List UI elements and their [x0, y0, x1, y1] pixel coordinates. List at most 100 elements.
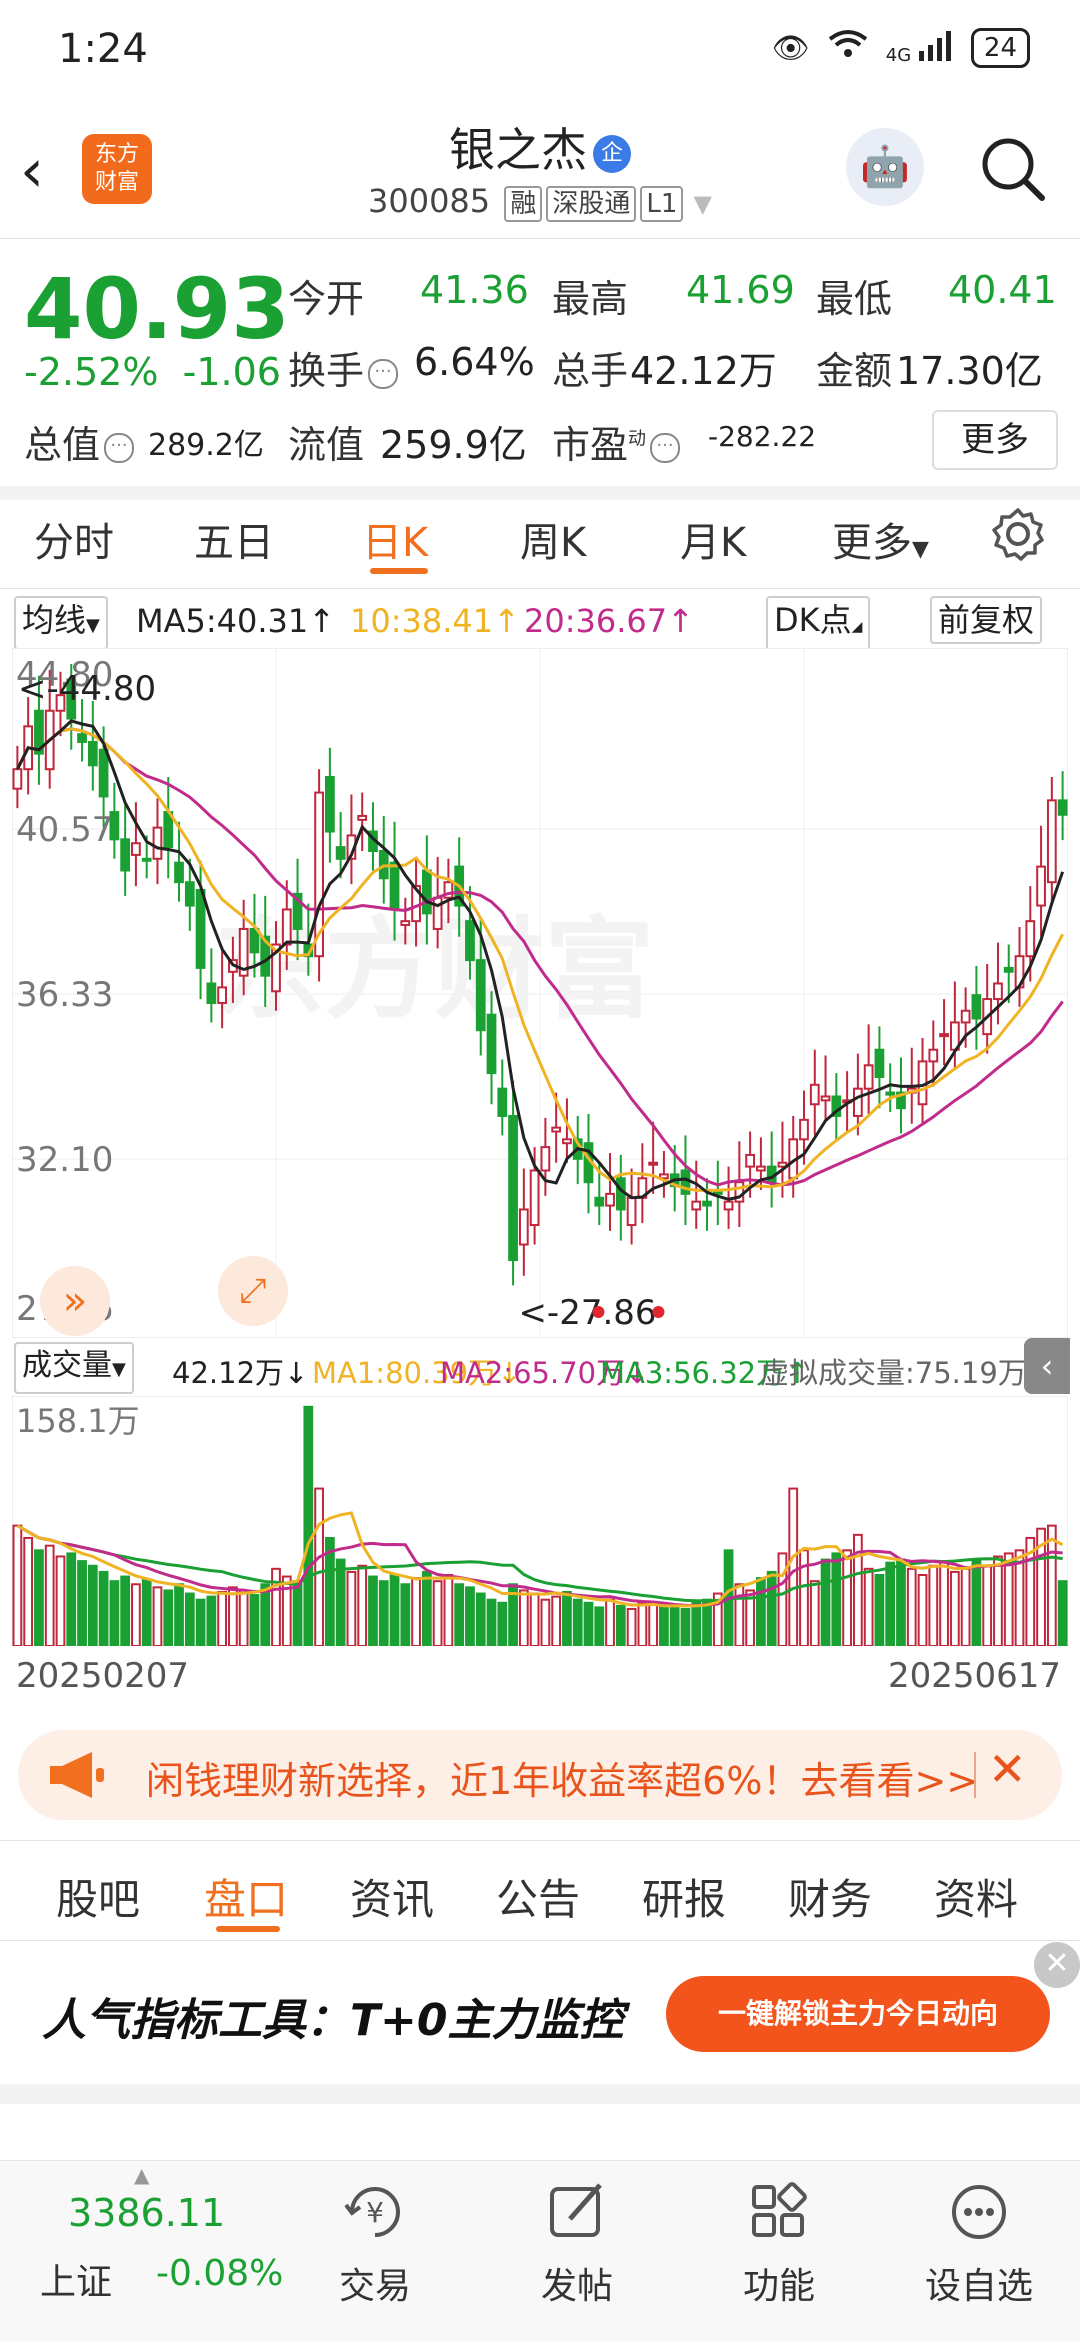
- nav-add-watchlist[interactable]: 设自选: [904, 2177, 1054, 2309]
- candle-body: [152, 826, 163, 860]
- volume-bar: [691, 1601, 702, 1646]
- status-icons: 👁 4G 24: [772, 28, 1030, 68]
- event-dot: [592, 1306, 605, 1318]
- tab-forum[interactable]: 股吧: [56, 1866, 140, 1927]
- close-icon: ✕: [988, 1742, 1027, 1796]
- volume-bar: [1057, 1580, 1068, 1646]
- turnover-label[interactable]: 换手 ···: [288, 340, 402, 395]
- fullscreen-icon: ⤢: [239, 1271, 267, 1311]
- assistant-avatar[interactable]: 🤖: [846, 128, 924, 206]
- candle-body: [120, 838, 131, 872]
- candle-body: [281, 908, 292, 946]
- volume-bar: [788, 1487, 799, 1646]
- volume-chart[interactable]: 158.1万: [12, 1396, 1068, 1646]
- volume-bar: [1046, 1524, 1057, 1646]
- volume-bar: [518, 1589, 529, 1646]
- ma-legend-row: 均线▼ MA5:40.31↑ 10:38.41↑ 20:36.67↑ DK点◢ …: [0, 592, 1080, 651]
- nav-post[interactable]: 发帖: [502, 2177, 652, 2309]
- banner-close-button[interactable]: ✕: [988, 1742, 1027, 1796]
- volume-bar: [163, 1589, 174, 1646]
- volume-bar: [346, 1570, 357, 1646]
- tab-news[interactable]: 资讯: [350, 1866, 434, 1927]
- volume-value: 42.12万: [630, 349, 777, 393]
- nav-functions[interactable]: 功能: [704, 2177, 854, 2309]
- volume-selector[interactable]: 成交量▼: [14, 1342, 134, 1394]
- candle-body: [852, 1087, 863, 1117]
- candle-body: [648, 1161, 659, 1166]
- more-quote-button[interactable]: 更多: [932, 410, 1058, 470]
- candle-body: [605, 1192, 615, 1207]
- candle-body: [400, 920, 411, 927]
- tab-profile[interactable]: 资料: [934, 1866, 1018, 1927]
- tab-daily-k[interactable]: 日K: [362, 510, 428, 568]
- tab-weekly-k[interactable]: 周K: [520, 510, 586, 568]
- candle-body: [594, 1196, 605, 1207]
- candle-body: [195, 888, 206, 969]
- tab-research[interactable]: 研报: [642, 1866, 726, 1927]
- candle-body: [551, 1126, 562, 1133]
- volume-bar: [443, 1574, 454, 1646]
- ad-close-button[interactable]: ✕: [1034, 1942, 1080, 1988]
- market-cap-value: 289.2亿: [148, 428, 264, 463]
- high-marker: <-44.80: [18, 669, 156, 709]
- chevron-left-icon: ‹: [1040, 1347, 1054, 1385]
- tab-more-periods[interactable]: 更多▼: [832, 510, 929, 568]
- tab-intraday[interactable]: 分时: [34, 510, 114, 568]
- chart-settings-button[interactable]: [990, 506, 1046, 566]
- volume-bar: [777, 1552, 788, 1646]
- candle-body: [508, 1114, 518, 1262]
- tab-five-day[interactable]: 五日: [194, 510, 274, 568]
- triangle-down-icon: ▼: [86, 615, 100, 636]
- tab-order-book[interactable]: 盘口: [204, 1866, 288, 1927]
- collapse-panel-button[interactable]: ‹: [1024, 1338, 1070, 1394]
- stock-subline[interactable]: 300085 融深股通 L1 ▼: [0, 182, 1080, 222]
- volume-bar: [34, 1549, 44, 1646]
- pe-dynamic-tag: 动: [628, 428, 647, 450]
- tab-financials[interactable]: 财务: [788, 1866, 872, 1927]
- candle-body: [863, 1064, 874, 1090]
- volume-bar: [12, 1524, 23, 1646]
- ma-selector[interactable]: 均线▼: [14, 596, 108, 650]
- ad-cta-button[interactable]: 一键解锁主力今日动向: [666, 1976, 1050, 2052]
- promo-banner[interactable]: 闲钱理财新选择，近1年收益率超6%！去看看>> ✕: [18, 1730, 1062, 1820]
- adjust-button[interactable]: 前复权: [930, 596, 1043, 644]
- index-name[interactable]: 上证: [40, 2253, 112, 2305]
- network-type: 4G: [885, 44, 912, 66]
- tab-announcements[interactable]: 公告: [496, 1866, 580, 1927]
- active-tab-underline: [370, 568, 428, 574]
- volume-bar: [960, 1567, 971, 1646]
- candle-body: [77, 733, 87, 743]
- volume-bar: [820, 1558, 831, 1646]
- ma-selector-label: 均线: [22, 601, 87, 639]
- amount-value: 17.30亿: [896, 349, 1043, 393]
- nav-post-label: 发帖: [540, 2266, 613, 2307]
- index-value[interactable]: 3386.11: [68, 2191, 225, 2235]
- market-cap-label[interactable]: 总值 ···: [24, 414, 138, 469]
- volume-bar: [66, 1552, 77, 1646]
- pe-label[interactable]: 市盈动 ···: [552, 414, 684, 469]
- candle-body: [820, 1095, 831, 1102]
- volume-bar: [1003, 1552, 1014, 1646]
- corner-triangle-icon: ◢: [851, 619, 863, 635]
- info-dots-icon: ···: [368, 358, 399, 389]
- nav-add-watchlist-label: 设自选: [924, 2266, 1033, 2307]
- tab-monthly-k[interactable]: 月K: [680, 510, 746, 568]
- more-periods-label: 更多: [832, 520, 912, 566]
- search-button[interactable]: [978, 134, 1048, 204]
- nav-trade[interactable]: ¥ 交易: [300, 2177, 450, 2309]
- kline-chart[interactable]: 东方财富44.8040.5736.3332.1027.86<-44.80<-27…: [12, 648, 1068, 1338]
- fullscreen-button[interactable]: ⤢: [218, 1256, 288, 1326]
- volume-bar: [551, 1595, 562, 1646]
- candle-body: [206, 982, 217, 1004]
- expand-left-button[interactable]: »: [40, 1266, 110, 1336]
- volume-bar: [637, 1601, 648, 1646]
- volume-bar: [195, 1598, 206, 1646]
- volume-bar: [303, 1405, 314, 1646]
- ad-banner[interactable]: 人气指标工具：T+0主力监控 一键解锁主力今日动向 ✕: [0, 1942, 1080, 2084]
- dk-point-button[interactable]: DK点◢: [766, 596, 871, 651]
- volume-bar: [357, 1564, 368, 1646]
- info-dots-icon: ···: [650, 432, 681, 463]
- change-amount: -1.06: [182, 350, 281, 394]
- nav-functions-label: 功能: [742, 2266, 815, 2307]
- volume-bar: [44, 1544, 55, 1646]
